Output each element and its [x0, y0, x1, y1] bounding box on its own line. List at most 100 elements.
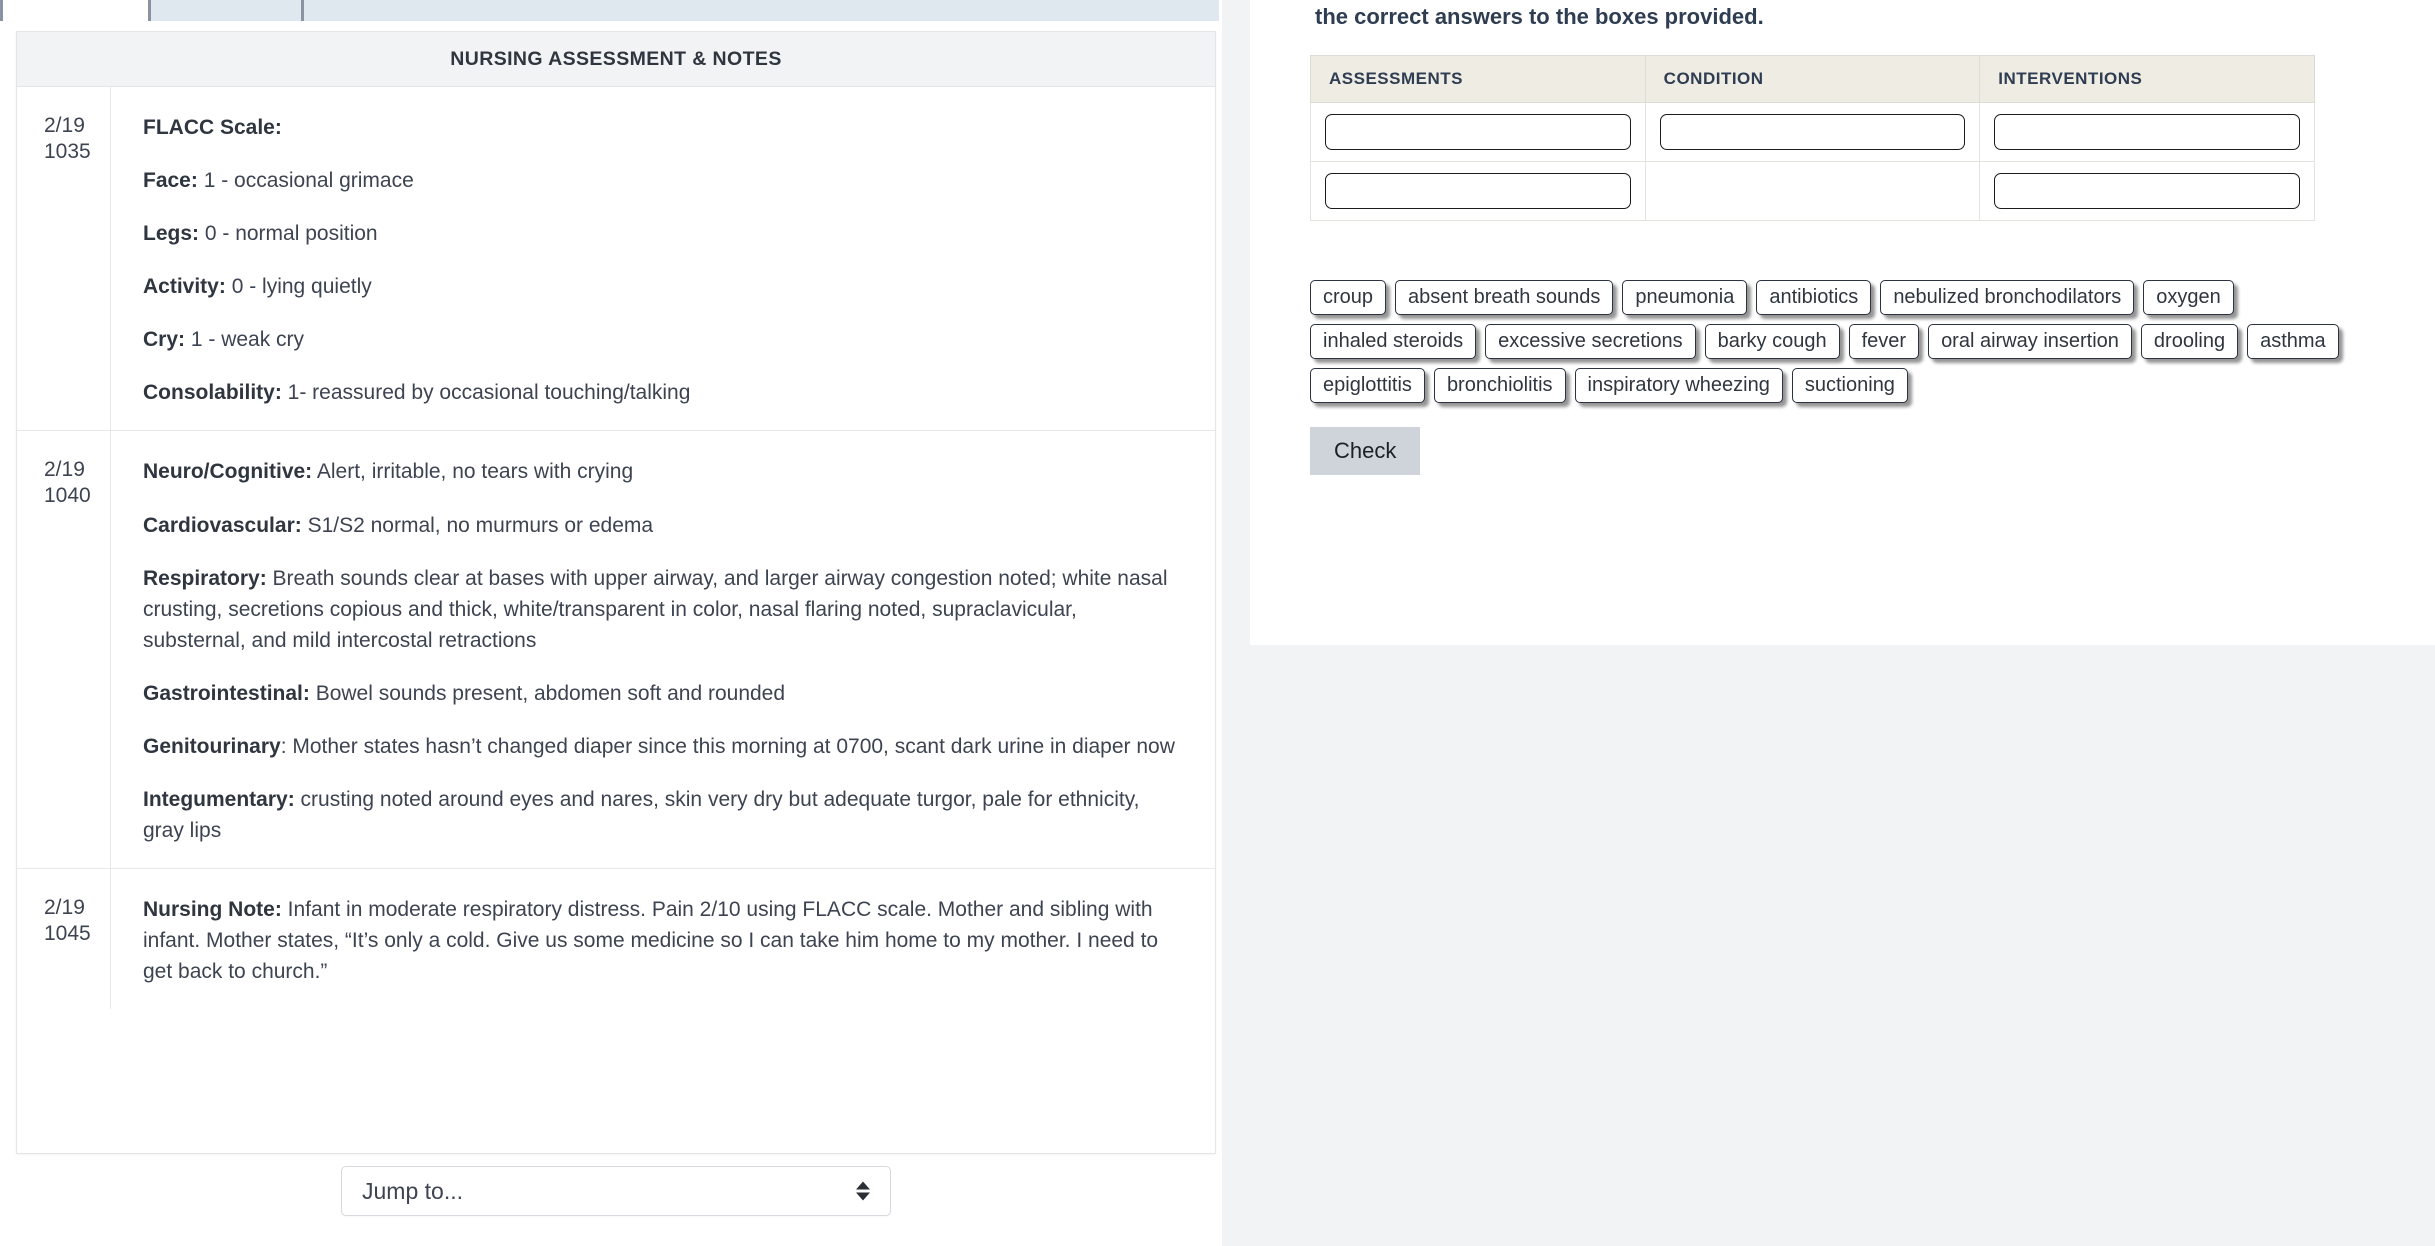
ehr-entry-line: Nursing Note: Infant in moderate respira… — [143, 894, 1185, 987]
updown-arrows-icon — [856, 1181, 870, 1201]
ehr-entry-text: 1 - weak cry — [185, 328, 305, 352]
drag-token-excessive-secretions[interactable]: excessive secretions — [1485, 324, 1696, 359]
ehr-time: 1045 — [44, 921, 91, 945]
ehr-entry-text: 0 - normal position — [199, 222, 378, 246]
ehr-entry-text: 1- reassured by occasional touching/talk… — [281, 381, 691, 405]
ehr-entry-line: Genitourinary: Mother states hasn’t chan… — [143, 731, 1185, 762]
ehr-entry-body: Neuro/Cognitive: Alert, irritable, no te… — [111, 431, 1215, 868]
ehr-entry-line: FLACC Scale: — [143, 112, 1185, 143]
ehr-entry-label: Nursing Note: — [143, 898, 282, 922]
ehr-entry-label: Face: — [143, 169, 198, 193]
ehr-time: 1040 — [44, 484, 91, 508]
ehr-entry-line: Respiratory: Breath sounds clear at base… — [143, 563, 1185, 656]
quiz-page: NURSING ASSESSMENT & NOTES 2/19 1035 FLA… — [0, 0, 2435, 1246]
ehr-panel-title: NURSING ASSESSMENT & NOTES — [450, 47, 782, 70]
draggable-token-area: croup absent breath sounds pneumonia ant… — [1310, 280, 2435, 412]
ehr-entry-text: 1 - occasional grimace — [197, 169, 414, 193]
ehr-entry-label: FLACC Scale: — [143, 116, 282, 139]
ehr-date: 2/19 — [44, 896, 85, 920]
token-row: epiglottitis bronchiolitis inspiratory w… — [1310, 368, 2435, 403]
drag-token-oral-airway-insertion[interactable]: oral airway insertion — [1928, 324, 2132, 359]
drop-zone-interventions-2[interactable] — [1994, 173, 2300, 209]
table-row — [1310, 102, 2315, 162]
table-cell — [1979, 161, 2315, 221]
table-cell — [1979, 102, 2315, 162]
ehr-entry-text: Breath sounds clear at bases with upper … — [143, 566, 1168, 652]
ehr-time: 1035 — [44, 139, 91, 163]
column-header-condition: CONDITION — [1644, 55, 1981, 103]
tab-2[interactable] — [148, 0, 301, 21]
ehr-entry-line: Legs: 0 - normal position — [143, 218, 1185, 249]
drag-token-barky-cough[interactable]: barky cough — [1704, 324, 1840, 359]
table-cell — [1310, 102, 1646, 162]
quiz-question-card: the correct answers to the boxes provide… — [1250, 0, 2435, 645]
drag-token-inspiratory-wheezing[interactable]: inspiratory wheezing — [1574, 368, 1783, 403]
drag-token-nebulized-bronchodilators[interactable]: nebulized bronchodilators — [1880, 280, 2135, 315]
drop-zone-condition-1[interactable] — [1659, 114, 1966, 150]
drag-token-inhaled-steroids[interactable]: inhaled steroids — [1310, 324, 1477, 359]
tab-strip — [0, 0, 1222, 21]
drag-token-asthma[interactable]: asthma — [2247, 324, 2339, 359]
table-cell — [1310, 161, 1646, 221]
token-row: inhaled steroids excessive secretions ba… — [1310, 324, 2435, 359]
ehr-entry-label: Neuro/Cognitive: — [143, 460, 313, 484]
drop-zone-assessments-2[interactable] — [1325, 173, 1631, 209]
ehr-entry-label: Integumentary: — [143, 788, 295, 812]
drop-zone-interventions-1[interactable] — [1994, 114, 2300, 150]
drag-token-pneumonia[interactable]: pneumonia — [1622, 280, 1748, 315]
drag-token-absent-breath-sounds[interactable]: absent breath sounds — [1395, 280, 1614, 315]
tab-3[interactable] — [301, 0, 1219, 21]
drag-token-antibiotics[interactable]: antibiotics — [1756, 280, 1872, 315]
drag-token-drooling[interactable]: drooling — [2140, 324, 2239, 359]
ehr-entry-label: Gastrointestinal: — [143, 681, 310, 705]
table-row — [1310, 161, 2315, 221]
drag-token-oxygen[interactable]: oxygen — [2143, 280, 2234, 315]
ehr-entry-text: Infant in moderate respiratory distress.… — [143, 898, 1159, 984]
ehr-timestamp: 2/19 1035 — [17, 87, 111, 431]
ehr-entry-line: Consolability: 1- reassured by occasiona… — [143, 377, 1185, 408]
ehr-entry-line: Activity: 0 - lying quietly — [143, 271, 1185, 302]
ehr-column: NURSING ASSESSMENT & NOTES 2/19 1035 FLA… — [0, 0, 1222, 1246]
ehr-timestamp: 2/19 1045 — [17, 869, 111, 1010]
table-header-row: ASSESSMENTS CONDITION INTERVENTIONS — [1310, 55, 2315, 103]
jump-to-select[interactable]: Jump to... — [341, 1166, 891, 1216]
drag-token-bronchiolitis[interactable]: bronchiolitis — [1433, 368, 1566, 403]
drag-token-croup[interactable]: croup — [1310, 280, 1387, 315]
nursing-assessment-panel: NURSING ASSESSMENT & NOTES 2/19 1035 FLA… — [16, 31, 1216, 1154]
column-header-assessments: ASSESSMENTS — [1310, 55, 1646, 103]
ehr-entry-label: Activity: — [143, 275, 226, 299]
ehr-entry-line: Cry: 1 - weak cry — [143, 324, 1185, 355]
ehr-entry-line: Neuro/Cognitive: Alert, irritable, no te… — [143, 456, 1185, 487]
ehr-entry-line: Face: 1 - occasional grimace — [143, 165, 1185, 196]
ehr-entry-label: Respiratory: — [143, 566, 267, 590]
ehr-timestamp: 2/19 1040 — [17, 431, 111, 869]
tab-1[interactable] — [0, 0, 148, 21]
ehr-entry-row: 2/19 1040 Neuro/Cognitive: Alert, irrita… — [17, 431, 1215, 870]
quiz-column: the correct answers to the boxes provide… — [1222, 0, 2435, 1246]
column-header-interventions: INTERVENTIONS — [1979, 55, 2315, 103]
ehr-entry-text: S1/S2 normal, no murmurs or edema — [301, 513, 654, 537]
ehr-entry-text: Bowel sounds present, abdomen soft and r… — [309, 681, 786, 705]
ehr-entry-body: Nursing Note: Infant in moderate respira… — [111, 869, 1215, 1009]
ehr-entry-line: Cardiovascular: S1/S2 normal, no murmurs… — [143, 510, 1185, 541]
ehr-entry-body: FLACC Scale: Face: 1 - occasional grimac… — [111, 87, 1215, 430]
ehr-panel-header: NURSING ASSESSMENT & NOTES — [17, 32, 1215, 87]
drag-token-fever[interactable]: fever — [1848, 324, 1920, 359]
check-button[interactable]: Check — [1310, 427, 1421, 475]
ehr-entry-label: Cry: — [143, 328, 186, 352]
drag-token-epiglottitis[interactable]: epiglottitis — [1310, 368, 1425, 403]
ehr-entry-label: Consolability: — [143, 381, 282, 405]
jump-to-value: Jump to... — [362, 1177, 463, 1204]
token-row: croup absent breath sounds pneumonia ant… — [1310, 280, 2435, 315]
jump-to-container: Jump to... — [16, 1166, 1216, 1216]
ehr-entry-row: 2/19 1035 FLACC Scale: Face: 1 - occasio… — [17, 87, 1215, 432]
ehr-entry-label: Legs: — [143, 222, 200, 246]
ehr-entry-label: Genitourinary — [143, 734, 281, 758]
answer-drop-table: ASSESSMENTS CONDITION INTERVENTIONS — [1310, 55, 2315, 221]
table-cell — [1644, 102, 1981, 162]
ehr-date: 2/19 — [44, 114, 85, 137]
drop-zone-assessments-1[interactable] — [1325, 114, 1631, 150]
drag-token-suctioning[interactable]: suctioning — [1791, 368, 1908, 403]
ehr-entry-text: 0 - lying quietly — [225, 275, 372, 299]
question-prompt: the correct answers to the boxes provide… — [1315, 4, 1764, 29]
